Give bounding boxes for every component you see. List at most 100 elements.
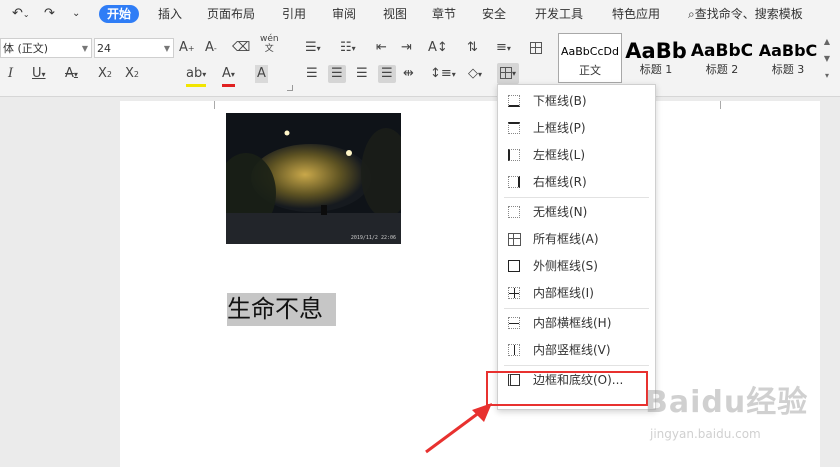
- menu-item-right-border[interactable]: 右框线(R): [498, 170, 655, 194]
- chevron-down-icon: ▼: [163, 44, 170, 53]
- font-name-value: 体 (正文): [3, 42, 49, 55]
- style-preview: AaBbC: [758, 41, 818, 60]
- command-search[interactable]: ⌕查找命令、搜索模板: [688, 6, 803, 22]
- menu-item-label: 上框线(P): [533, 121, 586, 135]
- shading-fill-icon[interactable]: ◇▾: [468, 65, 482, 84]
- style-name: 正文: [579, 64, 601, 77]
- underline-icon[interactable]: U▾: [32, 65, 46, 84]
- table-icon[interactable]: [530, 39, 542, 57]
- menu-bar: ↶⌄ ↷ ⌄ 开始 插入 页面布局 引用 审阅 视图 章节 安全 开发工具 特色…: [0, 0, 840, 29]
- sort-icon[interactable]: ⇅: [467, 39, 478, 57]
- chevron-down-icon[interactable]: ▼: [822, 50, 832, 67]
- style-preview: AaBbCcDd: [561, 45, 619, 58]
- borders-icon: [500, 66, 512, 79]
- borders-dropdown-button[interactable]: ▾: [497, 63, 520, 84]
- menu-item-top-border[interactable]: 上框线(P): [498, 116, 655, 140]
- tab-view[interactable]: 视图: [383, 6, 407, 22]
- menu-item-bottom-border[interactable]: 下框线(B): [498, 89, 655, 113]
- text-direction-icon[interactable]: A↕: [428, 39, 448, 57]
- menu-divider: [504, 308, 649, 309]
- style-gallery-scroll[interactable]: ▲ ▼ ▾: [822, 33, 832, 85]
- line-spacing-icon[interactable]: ↕≡▾: [430, 65, 456, 84]
- paragraph-dialog-launcher-icon[interactable]: [287, 85, 293, 91]
- tab-sections[interactable]: 章节: [432, 6, 456, 22]
- menu-item-label: 内部横框线(H): [533, 316, 612, 330]
- style-preview: AaBb: [625, 39, 687, 63]
- style-normal[interactable]: AaBbCcDd 正文: [558, 33, 622, 83]
- tab-page-layout[interactable]: 页面布局: [207, 6, 255, 22]
- watermark-brand: Baidu经验: [645, 385, 809, 420]
- style-heading-1[interactable]: AaBb 标题 1: [624, 33, 688, 83]
- style-name: 标题 2: [705, 63, 739, 76]
- shrink-font-icon[interactable]: A-: [205, 39, 217, 58]
- menu-item-inside-vertical-border[interactable]: 内部竖框线(V): [498, 338, 655, 362]
- grow-font-icon[interactable]: A+: [179, 39, 195, 58]
- highlight-icon[interactable]: ab▾: [186, 65, 207, 87]
- inside-horizontal-border-icon: [508, 317, 520, 329]
- search-label: 查找命令、搜索模板: [694, 7, 803, 21]
- strikethrough-icon[interactable]: A▾: [65, 65, 78, 84]
- align-left-icon[interactable]: ☰: [306, 65, 318, 83]
- tab-review[interactable]: 审阅: [332, 6, 356, 22]
- margin-corner-mark: [206, 101, 215, 109]
- font-size-select[interactable]: 24 ▼: [94, 38, 174, 58]
- menu-item-no-border[interactable]: 无框线(N): [498, 200, 655, 224]
- char-shading-icon[interactable]: A: [255, 65, 268, 83]
- annotation-arrow-icon: [425, 403, 492, 454]
- redo-icon[interactable]: ↷: [44, 6, 55, 22]
- bullet-list-icon[interactable]: ☰▾: [305, 39, 321, 58]
- menu-item-inside-borders[interactable]: 内部框线(I): [498, 281, 655, 305]
- numbered-list-icon[interactable]: ☷▾: [340, 39, 356, 58]
- pinyin-guide-icon[interactable]: wén 文: [260, 34, 279, 54]
- superscript-icon[interactable]: X2: [98, 65, 112, 84]
- search-icon: ⌕: [688, 7, 695, 21]
- highlight-annotation-box: [486, 371, 648, 406]
- increase-indent-icon[interactable]: ⇥: [401, 39, 412, 57]
- watermark-site: jingyan.baidu.com: [650, 427, 761, 441]
- clear-format-icon[interactable]: ⌫: [232, 39, 250, 57]
- font-name-select[interactable]: 体 (正文) ▼: [0, 38, 92, 58]
- chevron-up-icon[interactable]: ▲: [822, 33, 832, 50]
- borders-dropdown-menu: 下框线(B) 上框线(P) 左框线(L) 右框线(R) 无框线(N) 所有框线(…: [497, 84, 656, 410]
- right-border-icon: [508, 176, 520, 188]
- italic-icon[interactable]: I: [8, 65, 13, 83]
- undo-icon[interactable]: ↶⌄: [12, 6, 30, 23]
- menu-item-left-border[interactable]: 左框线(L): [498, 143, 655, 167]
- tab-home[interactable]: 开始: [99, 5, 140, 23]
- photo-night-scene: [226, 113, 401, 244]
- top-border-icon: [508, 122, 520, 134]
- tab-security[interactable]: 安全: [482, 6, 506, 22]
- font-color-icon[interactable]: A▾: [222, 65, 235, 87]
- highlighted-body-text[interactable]: 生命不息: [227, 293, 336, 326]
- paragraph-spacing-icon[interactable]: ≡▾: [496, 39, 511, 58]
- menu-item-inside-horizontal-border[interactable]: 内部横框线(H): [498, 311, 655, 335]
- style-name: 标题 3: [771, 63, 805, 76]
- menu-item-outside-borders[interactable]: 外侧框线(S): [498, 254, 655, 278]
- inside-vertical-border-icon: [508, 344, 520, 356]
- decrease-indent-icon[interactable]: ⇤: [376, 39, 387, 57]
- inside-borders-icon: [508, 287, 520, 299]
- night-photo-image[interactable]: 2019/11/2 22:06: [226, 113, 401, 244]
- distributed-icon[interactable]: ⇹: [403, 65, 414, 83]
- style-heading-2[interactable]: AaBbC 标题 2: [690, 33, 754, 83]
- menu-item-all-borders[interactable]: 所有框线(A): [498, 227, 655, 251]
- align-right-icon[interactable]: ☰: [356, 65, 368, 83]
- subscript-icon[interactable]: X2: [125, 65, 139, 84]
- menu-item-label: 内部框线(I): [533, 286, 594, 300]
- tab-special-apps[interactable]: 特色应用: [612, 6, 660, 22]
- pinyin-label: wén: [260, 34, 279, 44]
- menu-item-label: 下框线(B): [533, 94, 587, 108]
- justify-icon[interactable]: ☰: [378, 65, 396, 83]
- style-heading-3[interactable]: AaBbC 标题 3: [756, 33, 820, 83]
- bottom-border-icon: [508, 95, 520, 107]
- align-center-icon[interactable]: ☰: [328, 65, 346, 83]
- tab-developer[interactable]: 开发工具: [535, 6, 583, 22]
- tab-references[interactable]: 引用: [282, 6, 306, 22]
- customize-dropdown-icon[interactable]: ⌄: [72, 6, 80, 22]
- chevron-down-icon: ▼: [81, 44, 88, 53]
- menu-item-label: 所有框线(A): [533, 232, 599, 246]
- menu-item-label: 左框线(L): [533, 148, 586, 162]
- expand-more-icon[interactable]: ▾: [822, 67, 832, 84]
- style-preview: AaBbC: [690, 41, 754, 61]
- tab-insert[interactable]: 插入: [158, 6, 182, 22]
